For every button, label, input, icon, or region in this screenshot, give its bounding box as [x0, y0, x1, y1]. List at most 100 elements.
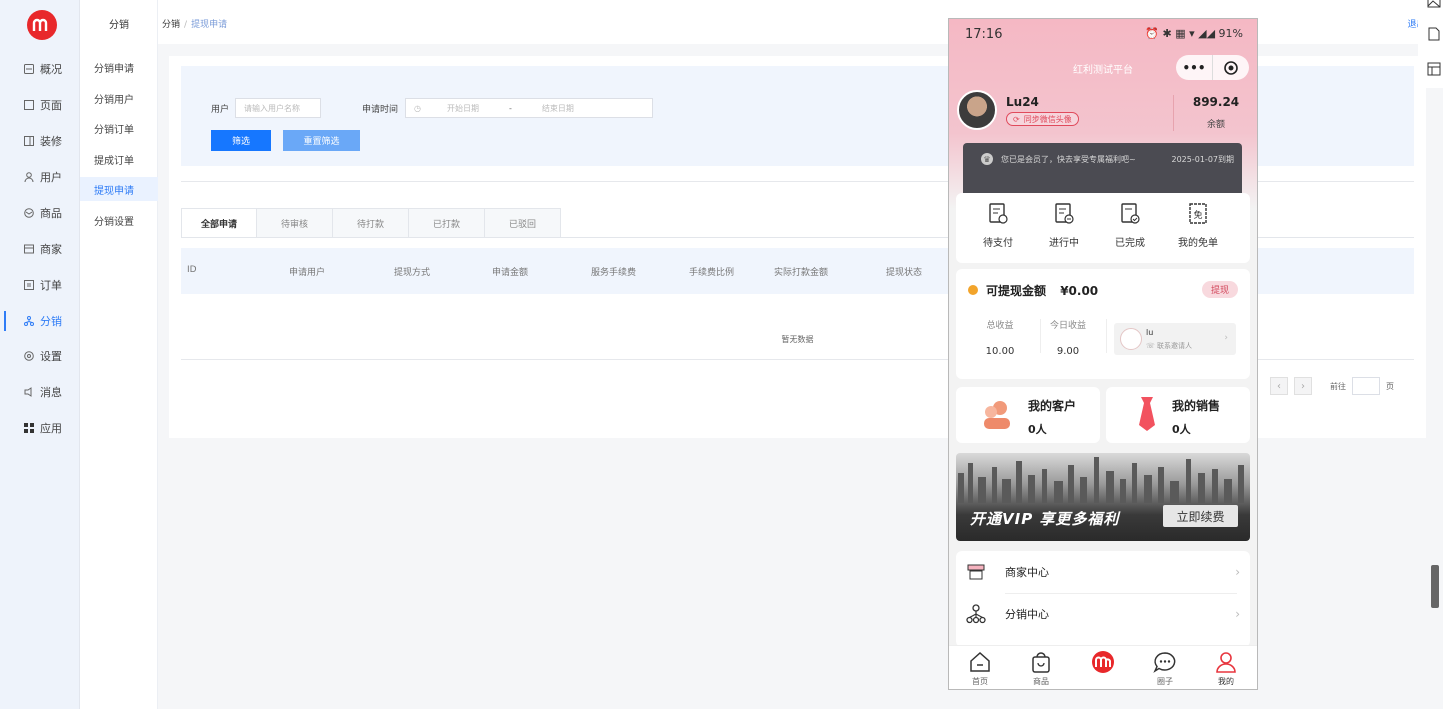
nav-label: 消息 — [40, 386, 62, 399]
my-customers-card[interactable]: 我的客户 0人 — [956, 387, 1100, 443]
hierarchy-icon — [966, 604, 986, 624]
store-icon — [966, 562, 986, 582]
nav-label: 概况 — [40, 63, 62, 76]
capsule-menu[interactable]: ••• — [1176, 55, 1249, 80]
nav-overview[interactable]: 概况 — [0, 54, 80, 84]
reset-filter-button[interactable]: 重置筛选 — [283, 130, 360, 151]
breadcrumb-root[interactable]: 分销 — [162, 20, 180, 30]
nav-label: 页面 — [40, 99, 62, 112]
page-label: 页 — [1386, 381, 1394, 391]
customers-title: 我的客户 — [1028, 399, 1077, 413]
col-applicant: 申请用户 — [289, 268, 326, 278]
tab-pending-payment[interactable]: 待打款 — [333, 208, 409, 238]
prev-page-button[interactable]: ‹ — [1270, 377, 1288, 395]
tie-icon — [1139, 397, 1155, 431]
nav-decorate[interactable]: 装修 — [0, 126, 80, 156]
merchant-icon — [24, 244, 34, 254]
order-in-progress[interactable]: 进行中 — [1034, 203, 1094, 249]
city-skyline-graphic — [958, 457, 1244, 503]
app-logo[interactable] — [27, 10, 57, 40]
col-service-fee: 服务手续费 — [591, 268, 637, 278]
submenu-item-distribution-orders[interactable]: 分销订单 — [80, 116, 158, 140]
nav-user[interactable]: 用户 — [0, 162, 80, 192]
submenu-item-withdraw-apply[interactable]: 提现申请 — [80, 177, 158, 201]
tab-pending-review[interactable]: 待审核 — [257, 208, 333, 238]
customers-icon — [984, 401, 1010, 429]
order-completed[interactable]: 已完成 — [1100, 203, 1160, 249]
user-label: 用户 — [211, 105, 230, 115]
tab-products[interactable]: 商品 — [1021, 650, 1061, 687]
submenu-item-distribution-users[interactable]: 分销用户 — [80, 86, 158, 110]
submenu-item-distribution-settings[interactable]: 分销设置 — [80, 208, 158, 232]
tab-mine[interactable]: 我的 — [1206, 650, 1246, 687]
nav-settings[interactable]: 设置 — [0, 341, 80, 371]
submenu-item-distribution-apply[interactable]: 分销申请 — [80, 55, 158, 79]
free-ticket-icon: 免 — [1187, 203, 1209, 225]
more-icon[interactable]: ••• — [1176, 61, 1212, 75]
total-income-value: 10.00 — [985, 346, 1015, 357]
order-pending-payment[interactable]: 待支付 — [968, 203, 1028, 249]
nav-product[interactable]: 商品 — [0, 198, 80, 228]
clock-icon: ◷ — [414, 103, 421, 113]
tab-circle[interactable]: 圈子 — [1145, 650, 1185, 687]
apps-icon — [24, 423, 34, 433]
nav-label: 订单 — [40, 279, 62, 292]
breadcrumb-separator: / — [184, 20, 188, 30]
nav-label: 分销 — [40, 315, 62, 328]
close-target-icon[interactable] — [1212, 55, 1248, 80]
next-page-button[interactable]: › — [1294, 377, 1312, 395]
nav-label: 设置 — [40, 350, 62, 363]
col-status: 提现状态 — [886, 268, 923, 278]
today-income-label: 今日收益 — [1049, 321, 1086, 331]
status-time: 17:16 — [965, 27, 1003, 42]
avatar[interactable] — [957, 90, 997, 130]
tab-paid[interactable]: 已打款 — [409, 208, 485, 238]
renew-button[interactable]: 立即续费 — [1163, 505, 1238, 527]
nav-merchant[interactable]: 商家 — [0, 234, 80, 264]
tab-label: 首页 — [972, 677, 988, 686]
nav-apps[interactable]: 应用 — [0, 413, 80, 443]
svg-text:免: 免 — [1193, 209, 1202, 221]
date-range-picker[interactable]: ◷ 开始日期 - 结束日期 — [405, 98, 653, 118]
withdraw-button[interactable]: 提现 — [1202, 281, 1238, 298]
tab-center[interactable] — [1083, 650, 1123, 676]
layout-icon[interactable] — [1427, 62, 1441, 76]
nav-order[interactable]: 订单 — [0, 270, 80, 300]
menu-merchant-center[interactable]: 商家中心 › — [956, 551, 1250, 593]
scroll-handle[interactable] — [1431, 565, 1439, 608]
my-sales-card[interactable]: 我的销售 0人 — [1106, 387, 1250, 443]
nav-distribution[interactable]: 分销 — [0, 306, 80, 336]
menu-label: 商家中心 — [1005, 566, 1049, 579]
filter-button[interactable]: 筛选 — [211, 130, 271, 151]
menu-distribution-center[interactable]: 分销中心 › — [956, 593, 1250, 635]
nav-page[interactable]: 页面 — [0, 90, 80, 120]
pending-payment-icon — [987, 203, 1009, 225]
brand-logo-icon — [1091, 650, 1115, 674]
chat-bubble-icon — [1153, 650, 1177, 674]
order-icon — [24, 280, 34, 290]
order-free[interactable]: 免 我的免单 — [1168, 203, 1228, 249]
submenu-item-commission-orders[interactable]: 提成订单 — [80, 147, 158, 171]
user-search-input[interactable]: 请输入用户名称 — [235, 98, 321, 118]
nav-label: 商品 — [40, 207, 62, 220]
goto-page-input[interactable] — [1352, 377, 1380, 395]
image-icon[interactable] — [1427, 0, 1441, 8]
vip-status-bar[interactable]: ♛ 您已是会员了，快去享受专属福利吧~ 2025-01-07到期 — [963, 143, 1242, 193]
divider — [1173, 95, 1174, 131]
inviter-name: lu — [1146, 328, 1154, 337]
date-end: 结束日期 — [541, 103, 574, 113]
customers-count: 0人 — [1028, 423, 1047, 436]
divider — [1106, 319, 1107, 353]
tab-all[interactable]: 全部申请 — [181, 208, 257, 238]
vip-banner[interactable]: 开通VIP 享更多福利 立即续费 — [956, 453, 1250, 541]
file-icon[interactable] — [1427, 27, 1441, 41]
nav-message[interactable]: 消息 — [0, 377, 80, 407]
balance-label: 余额 — [1206, 120, 1225, 130]
tab-rejected[interactable]: 已驳回 — [485, 208, 561, 238]
sync-avatar-button[interactable]: ⟳ 同步微信头像 — [1006, 112, 1079, 126]
tab-home[interactable]: 首页 — [960, 650, 1000, 687]
goto-label: 前往 — [1330, 381, 1346, 391]
inviter-contact[interactable]: lu ☏ 联系邀请人 › — [1114, 323, 1236, 355]
balance-value[interactable]: 899.24 — [1175, 95, 1257, 109]
order-label: 我的免单 — [1178, 238, 1218, 249]
